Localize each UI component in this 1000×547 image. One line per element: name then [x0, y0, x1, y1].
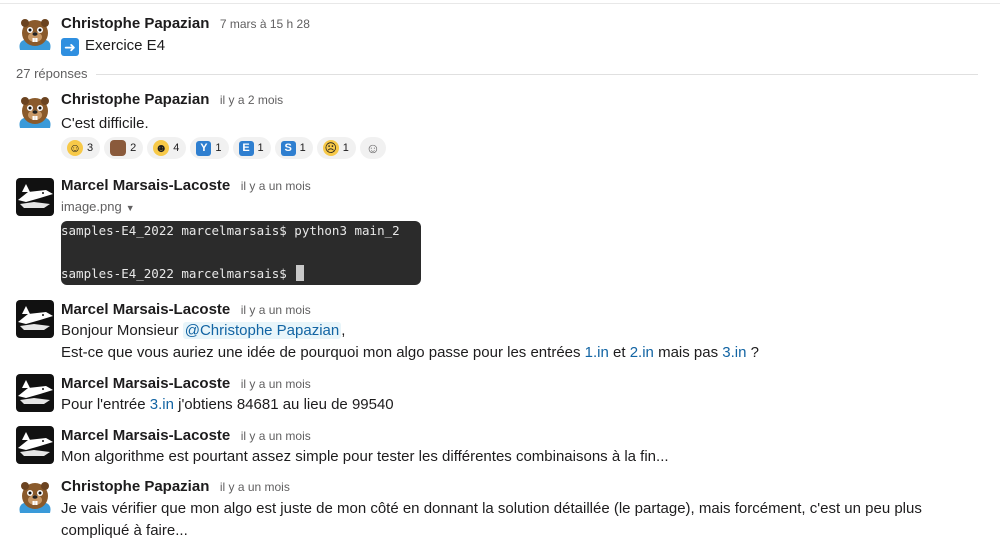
file-link[interactable]: 3.in	[150, 396, 174, 413]
terminal-line: samples-E4_2022 marcelmarsais$	[61, 265, 305, 281]
author-name[interactable]: Marcel Marsais-Lacoste	[61, 375, 230, 392]
add-emoji-icon: ☺	[365, 140, 381, 156]
replies-divider	[96, 74, 978, 75]
reaction-count: 4	[173, 142, 180, 154]
brown-figure-icon	[110, 140, 127, 156]
terminal-cursor	[296, 265, 305, 281]
timestamp[interactable]: il y a un mois	[241, 377, 311, 391]
parent-text: Exercice E4	[85, 37, 166, 54]
reaction-letter-s[interactable]: S 1	[274, 137, 313, 159]
message-header: Marcel Marsais-Lacoste il y a un mois	[61, 374, 984, 394]
text-segment: Est-ce que vous auriez une idée de pourq…	[61, 344, 585, 361]
letter-e-icon: E	[238, 140, 254, 156]
message-header: Marcel Marsais-Lacoste il y a un mois	[61, 426, 984, 446]
reaction-count: 1	[342, 142, 349, 154]
message-line: Bonjour Monsieur @Christophe Papazian,	[61, 320, 984, 342]
message-text: ➜ Exercice E4	[61, 35, 984, 57]
replies-count: 27 réponses	[16, 66, 88, 81]
reactions-bar: ☺ 3 2 ☻ 4 Y 1 E 1 S 1 ☹ 1 ☺	[61, 137, 386, 159]
author-name[interactable]: Marcel Marsais-Lacoste	[61, 301, 230, 318]
reaction-rofl[interactable]: ☻ 4	[147, 137, 187, 159]
grinning-sweat-icon: ☺	[67, 140, 83, 156]
timestamp[interactable]: il y a un mois	[241, 303, 311, 317]
message-text: C'est difficile.	[61, 115, 149, 132]
reaction-count: 1	[215, 142, 222, 154]
file-link[interactable]: 1.in	[585, 344, 609, 361]
reaction-grinning-sweat[interactable]: ☺ 3	[61, 137, 101, 159]
arrow-right-emoji-icon: ➜	[61, 38, 79, 56]
author-name[interactable]: Marcel Marsais-Lacoste	[61, 427, 230, 444]
message-header: Marcel Marsais-Lacoste il y a un mois	[61, 176, 984, 196]
author-name[interactable]: Christophe Papazian	[61, 91, 209, 108]
text-segment: ,	[341, 322, 346, 339]
avatar-marcel[interactable]	[16, 374, 54, 412]
add-reaction-button[interactable]: ☺	[359, 137, 386, 159]
author-name[interactable]: Christophe Papazian	[61, 15, 209, 32]
text-segment: j'obtiens 84681 au lieu de 99540	[173, 396, 394, 413]
message-text: Mon algorithme est pourtant assez simple…	[61, 448, 669, 465]
crocodile-avatar-icon	[16, 426, 54, 464]
avatar-marcel[interactable]	[16, 300, 54, 338]
reaction-letter-y[interactable]: Y 1	[190, 137, 229, 159]
message-header: Christophe Papazian 7 mars à 15 h 28	[61, 14, 984, 34]
message-text: Bonjour Monsieur @Christophe Papazian, E…	[61, 320, 984, 364]
reaction-brown-figure[interactable]: 2	[104, 137, 144, 159]
crocodile-avatar-icon	[16, 374, 54, 412]
file-name: image.png	[61, 199, 122, 214]
message-line: Est-ce que vous auriez une idée de pourq…	[61, 342, 984, 364]
terminal-line: samples-E4_2022 marcelmarsais$ python3 m…	[61, 223, 400, 238]
caret-down-icon: ▼	[125, 203, 135, 213]
avatar-christophe[interactable]	[16, 16, 54, 54]
crocodile-avatar-icon	[16, 178, 54, 216]
rofl-icon: ☻	[153, 140, 170, 156]
text-segment: Bonjour Monsieur	[61, 322, 183, 339]
message-header: Christophe Papazian il y a 2 mois	[61, 90, 984, 110]
avatar-marcel[interactable]	[16, 178, 54, 216]
reaction-count: 1	[299, 142, 306, 154]
message-text: Pour l'entrée 3.in j'obtiens 84681 au li…	[61, 394, 984, 416]
text-segment: Pour l'entrée	[61, 396, 150, 413]
author-name[interactable]: Marcel Marsais-Lacoste	[61, 177, 230, 194]
timestamp[interactable]: il y a un mois	[220, 480, 290, 494]
text-segment: ?	[746, 344, 759, 361]
pensive-icon: ☹	[322, 140, 339, 156]
crocodile-avatar-icon	[16, 300, 54, 338]
screenshot-image[interactable]: samples-E4_2022 marcelmarsais$ python3 m…	[61, 221, 421, 285]
author-name[interactable]: Christophe Papazian	[61, 478, 209, 495]
letter-s-icon: S	[280, 140, 296, 156]
text-segment: et	[608, 344, 630, 361]
message-header: Christophe Papazian il y a un mois	[61, 477, 984, 497]
letter-y-icon: Y	[196, 140, 212, 156]
reaction-letter-e[interactable]: E 1	[232, 137, 271, 159]
avatar-christophe[interactable]	[16, 94, 54, 132]
timestamp[interactable]: 7 mars à 15 h 28	[220, 17, 310, 31]
reaction-count: 3	[87, 142, 94, 154]
timestamp[interactable]: il y a un mois	[241, 429, 311, 443]
timestamp[interactable]: il y a 2 mois	[220, 93, 283, 107]
file-name-toggle[interactable]: image.png ▼	[61, 199, 135, 214]
top-divider	[0, 3, 1000, 4]
avatar-christophe[interactable]	[16, 479, 54, 517]
timestamp[interactable]: il y a un mois	[241, 179, 311, 193]
beaver-avatar-icon	[16, 479, 54, 517]
file-link[interactable]: 2.in	[630, 344, 654, 361]
reaction-count: 2	[130, 142, 137, 154]
reaction-pensive[interactable]: ☹ 1	[316, 137, 356, 159]
file-link[interactable]: 3.in	[722, 344, 746, 361]
reaction-count: 1	[257, 142, 264, 154]
message-text: Je vais vérifier que mon algo est juste …	[61, 500, 922, 539]
user-mention[interactable]: @Christophe Papazian	[182, 322, 342, 339]
text-segment: mais pas	[653, 344, 723, 361]
terminal-prompt: samples-E4_2022 marcelmarsais$	[61, 266, 295, 281]
beaver-avatar-icon	[16, 94, 54, 132]
message-header: Marcel Marsais-Lacoste il y a un mois	[61, 300, 984, 320]
beaver-avatar-icon	[16, 16, 54, 54]
avatar-marcel[interactable]	[16, 426, 54, 464]
